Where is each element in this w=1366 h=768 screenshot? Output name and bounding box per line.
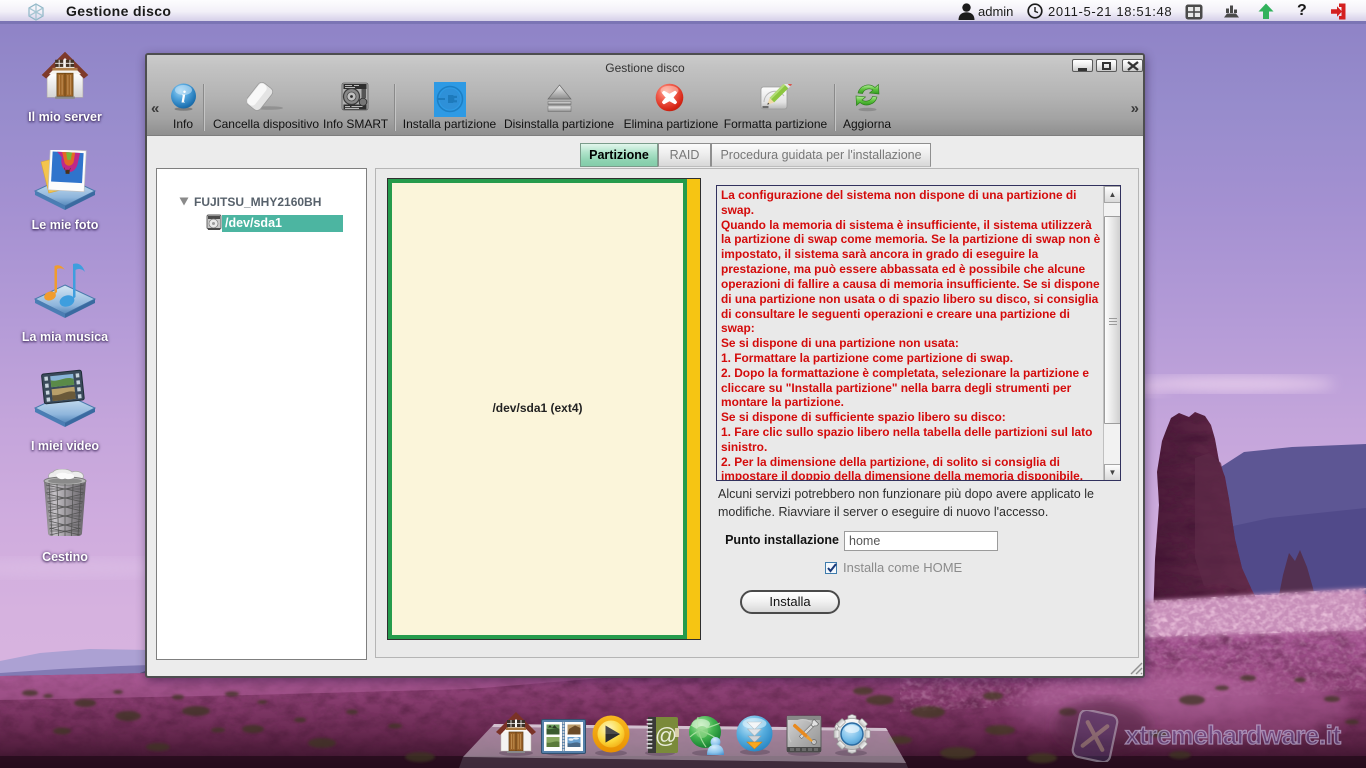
svg-text:i: i (181, 88, 186, 107)
